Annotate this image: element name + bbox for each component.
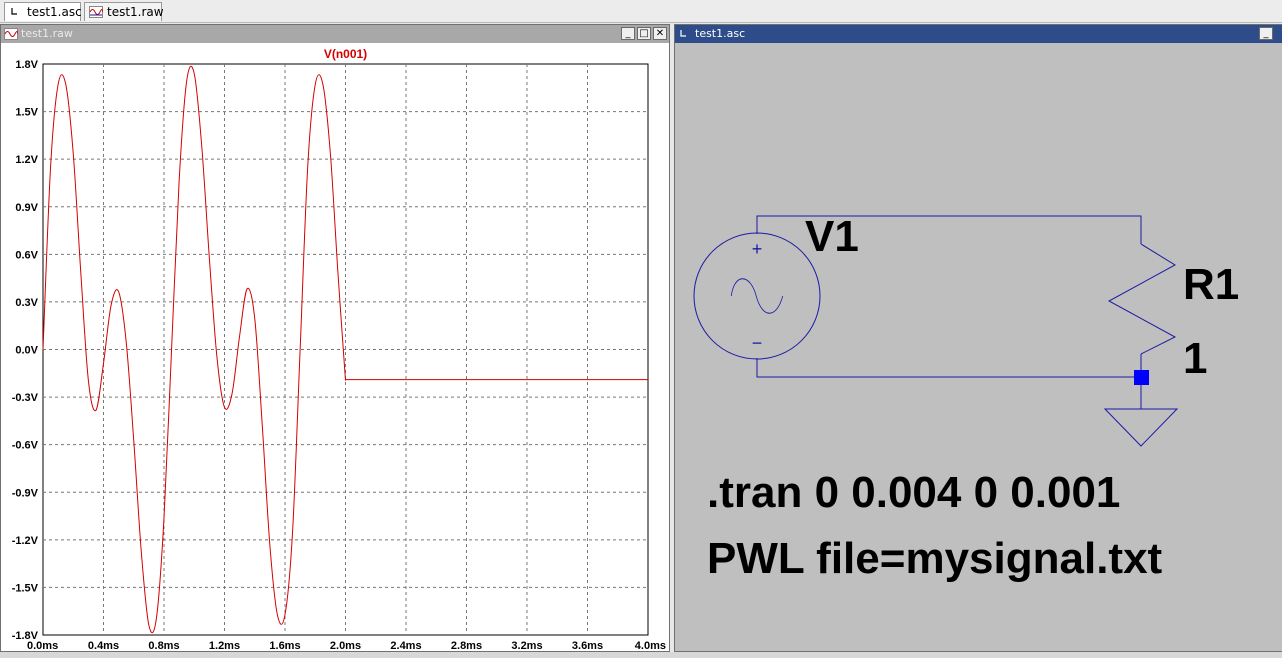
wire-bottom[interactable]: [756, 354, 1142, 378]
window-controls: _ □ ✕: [619, 27, 667, 41]
y-tick-label[interactable]: -0.9V: [12, 487, 39, 499]
resistor-value[interactable]: 1: [1183, 334, 1207, 383]
x-tick-label[interactable]: 3.6ms: [572, 640, 603, 652]
schematic-window: test1.asc _ + − V1 R1 1 .tran 0 0.004 0 …: [674, 24, 1282, 652]
x-tick-label[interactable]: 4.0ms: [635, 640, 666, 652]
y-tick-label[interactable]: 1.5V: [15, 107, 38, 119]
schematic-icon: [680, 30, 686, 37]
x-tick-label[interactable]: 1.6ms: [269, 640, 300, 652]
minimize-button[interactable]: _: [1259, 27, 1273, 40]
x-tick-label[interactable]: 2.8ms: [451, 640, 482, 652]
plus-sign: +: [752, 239, 763, 259]
window-title: test1.asc: [695, 27, 746, 40]
schematic-icon: [11, 8, 17, 15]
directive-tran[interactable]: .tran 0 0.004 0 0.001: [707, 468, 1120, 517]
voltage-source-v1[interactable]: + −: [693, 232, 821, 360]
x-tick-label[interactable]: 0.8ms: [148, 640, 179, 652]
y-axis-ticks: 1.8V 1.5V 1.2V 0.9V 0.6V 0.3V 0.0V -0.3V -0.6V -0…: [12, 59, 39, 642]
maximize-button[interactable]: □: [637, 27, 651, 40]
resistor-r1[interactable]: [1107, 243, 1177, 355]
waveform-chart[interactable]: 1.8V 1.5V 1.2V 0.9V 0.6V 0.3V 0.0V -0.3V -0.6V -0…: [1, 43, 669, 652]
waveform-icon: [4, 28, 18, 40]
chart-title[interactable]: V(n001): [324, 47, 367, 61]
window-controls: _: [1257, 27, 1273, 41]
y-tick-label[interactable]: -0.6V: [12, 440, 39, 452]
ground-symbol[interactable]: [1103, 408, 1179, 447]
x-tick-label[interactable]: 3.2ms: [511, 640, 542, 652]
x-axis-ticks: 0.0ms 0.4ms 0.8ms 1.2ms 1.6ms 2.0ms 2.4ms 2.8ms…: [27, 640, 666, 652]
minus-sign: −: [752, 333, 763, 353]
waveform-window: test1.raw _ □ ✕ 1.8V 1.5V 1.2V 0.9V 0.6V 0.3V…: [0, 24, 670, 652]
schematic-canvas[interactable]: + − V1 R1 1 .tran 0 0.004 0 0.001 PWL fi…: [675, 43, 1282, 651]
y-tick-label[interactable]: -0.3V: [12, 392, 39, 404]
x-tick-label[interactable]: 0.0ms: [27, 640, 58, 652]
source-label[interactable]: V1: [805, 212, 859, 261]
tab-label: test1.raw: [107, 5, 164, 19]
resistor-label[interactable]: R1: [1183, 260, 1239, 309]
y-tick-label[interactable]: 0.6V: [15, 249, 38, 261]
x-tick-label[interactable]: 0.4ms: [88, 640, 119, 652]
y-tick-label[interactable]: 1.2V: [15, 154, 38, 166]
x-tick-label[interactable]: 1.2ms: [209, 640, 240, 652]
grid-lines: [43, 64, 648, 635]
close-button[interactable]: ✕: [653, 27, 667, 40]
y-tick-label[interactable]: 0.0V: [15, 345, 38, 357]
tab-label: test1.asc: [27, 5, 82, 19]
plot-pane[interactable]: 1.8V 1.5V 1.2V 0.9V 0.6V 0.3V 0.0V -0.3V -0.6V -0…: [1, 43, 669, 652]
y-tick-label[interactable]: 1.8V: [15, 59, 38, 71]
waveform-titlebar[interactable]: test1.raw _ □ ✕: [1, 25, 669, 43]
y-tick-label[interactable]: 0.9V: [15, 202, 38, 214]
status-strip: [0, 652, 1282, 658]
tab-test1-asc[interactable]: test1.asc: [4, 2, 82, 21]
y-tick-label[interactable]: -1.5V: [12, 582, 39, 594]
window-title: test1.raw: [21, 27, 73, 40]
schematic-titlebar[interactable]: test1.asc _: [675, 25, 1282, 43]
directive-pwl[interactable]: PWL file=mysignal.txt: [707, 534, 1163, 583]
minimize-button[interactable]: _: [621, 27, 635, 40]
waveform-icon: [89, 6, 103, 18]
x-tick-label[interactable]: 2.0ms: [330, 640, 361, 652]
y-tick-label[interactable]: 0.3V: [15, 297, 38, 309]
junction-node[interactable]: [1134, 370, 1149, 385]
y-tick-label[interactable]: -1.2V: [12, 535, 39, 547]
document-tab-bar: test1.asc test1.raw: [0, 0, 1282, 23]
tab-test1-raw[interactable]: test1.raw: [84, 2, 164, 21]
x-tick-label[interactable]: 2.4ms: [390, 640, 421, 652]
